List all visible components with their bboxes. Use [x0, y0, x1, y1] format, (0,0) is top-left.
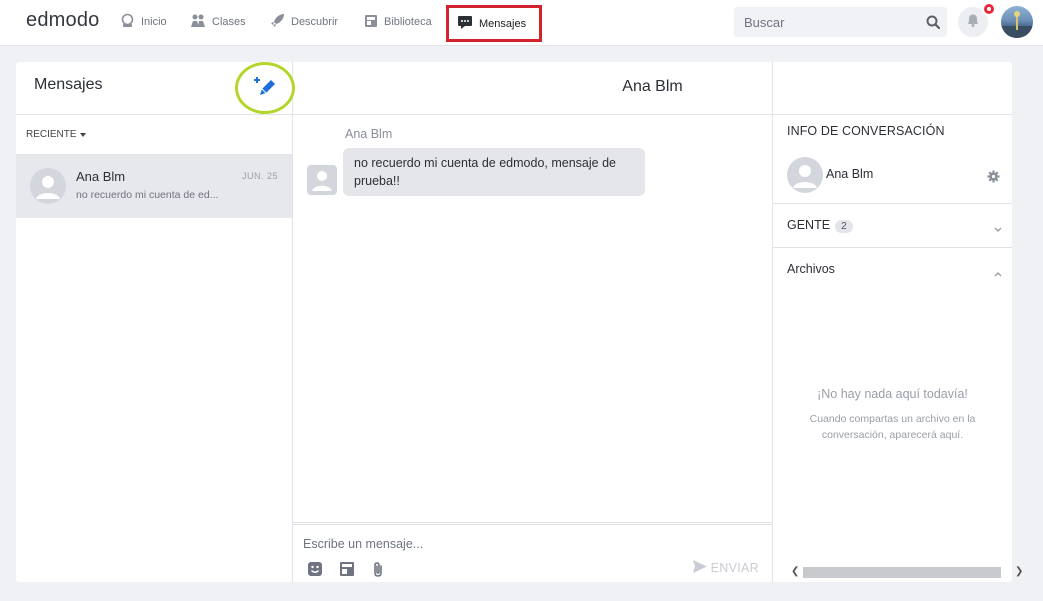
- message-thread: Ana Blm no recuerdo mi cuenta de edmodo,…: [293, 62, 773, 582]
- person-avatar-icon: [307, 165, 337, 195]
- chevron-down-icon: [994, 220, 1002, 238]
- send-label: ENVIAR: [710, 561, 759, 575]
- nav-label-inicio: Inicio: [141, 16, 167, 28]
- caret-down-icon: [79, 132, 86, 137]
- files-empty-title: ¡No hay nada aquí todavía!: [817, 387, 968, 401]
- top-navigation-bar: edmodo Inicio Clases Descubrir Bibliotec…: [0, 0, 1043, 46]
- nav-label-clases: Clases: [212, 16, 246, 28]
- conversation-list-header: Mensajes: [16, 62, 295, 115]
- conversation-list-panel: Mensajes RECIENTE Ana Blm JUN. 25 no rec…: [16, 62, 295, 582]
- search-input[interactable]: [734, 7, 914, 37]
- search-icon[interactable]: [926, 15, 941, 34]
- message-icon: [457, 15, 479, 33]
- messages-panel: Mensajes RECIENTE Ana Blm JUN. 25 no rec…: [16, 62, 1023, 582]
- user-avatar[interactable]: [1001, 6, 1033, 38]
- info-title: INFO DE CONVERSACIÓN: [787, 124, 945, 138]
- files-empty-description: Cuando compartas un archivo en la conver…: [809, 413, 976, 441]
- recent-filter-dropdown[interactable]: RECIENTE: [16, 115, 293, 155]
- nav-label-biblioteca: Biblioteca: [384, 16, 432, 28]
- nav-item-inicio[interactable]: Inicio: [120, 0, 167, 44]
- person-avatar-icon: [30, 168, 66, 204]
- home-icon: [120, 13, 141, 31]
- sticker-icon[interactable]: [307, 561, 323, 582]
- conversation-list-title: Mensajes: [34, 76, 103, 93]
- message-composer: ENVIAR: [293, 522, 773, 582]
- nav-label-mensajes: Mensajes: [479, 17, 527, 30]
- edmodo-logo[interactable]: edmodo: [26, 9, 99, 32]
- people-section[interactable]: GENTE 2: [773, 203, 1012, 247]
- message-sender: Ana Blm: [345, 127, 393, 141]
- scroll-left-icon[interactable]: ❮: [791, 566, 799, 577]
- people-section-header: GENTE 2: [787, 218, 853, 233]
- message-input[interactable]: [303, 535, 683, 553]
- send-icon: [692, 560, 711, 576]
- conversation-item[interactable]: Ana Blm JUN. 25 no recuerdo mi cuenta de…: [16, 155, 292, 218]
- send-button[interactable]: ENVIAR: [692, 560, 759, 576]
- nav-item-clases[interactable]: Clases: [190, 0, 246, 44]
- notification-badge: [982, 2, 996, 16]
- filter-label: RECIENTE: [26, 129, 77, 140]
- bell-icon: [965, 12, 981, 33]
- classes-icon: [190, 13, 212, 31]
- library-attach-icon[interactable]: [339, 561, 355, 582]
- message-bubble: no recuerdo mi cuenta de edmodo, mensaje…: [343, 148, 645, 196]
- conversation-info-panel: INFO DE CONVERSACIÓN Ana Blm GENTE 2 Arch…: [773, 115, 1023, 582]
- info-user-name: Ana Blm: [826, 167, 874, 181]
- gear-icon[interactable]: [987, 170, 1000, 188]
- compose-message-icon: [254, 75, 276, 102]
- files-label: Archivos: [787, 262, 835, 276]
- paperclip-icon[interactable]: [371, 561, 385, 583]
- nav-label-descubrir: Descubrir: [291, 16, 339, 28]
- avatar-photo-icon: [1001, 11, 1033, 38]
- people-count-badge: 2: [835, 220, 853, 233]
- scrollbar-thumb[interactable]: [803, 567, 1001, 578]
- scroll-right-icon[interactable]: ❯: [1015, 566, 1023, 577]
- person-avatar-icon: [787, 157, 823, 193]
- conversation-name: Ana Blm: [76, 169, 126, 184]
- chevron-up-icon: [994, 264, 1002, 282]
- nav-item-descubrir[interactable]: Descubrir: [270, 0, 338, 44]
- horizontal-scrollbar[interactable]: ❮ ❯: [789, 565, 1023, 579]
- rocket-icon: [270, 13, 291, 31]
- nav-item-mensajes[interactable]: Mensajes: [446, 5, 542, 42]
- library-icon: [364, 14, 384, 31]
- search-box: [734, 7, 947, 37]
- conversation-date: JUN. 25: [241, 171, 278, 181]
- compose-message-button[interactable]: [235, 62, 295, 114]
- conversation-preview: no recuerdo mi cuenta de ed...: [76, 189, 219, 201]
- nav-item-biblioteca[interactable]: Biblioteca: [364, 0, 432, 44]
- files-section[interactable]: Archivos: [773, 247, 1012, 291]
- people-label: GENTE: [787, 218, 831, 232]
